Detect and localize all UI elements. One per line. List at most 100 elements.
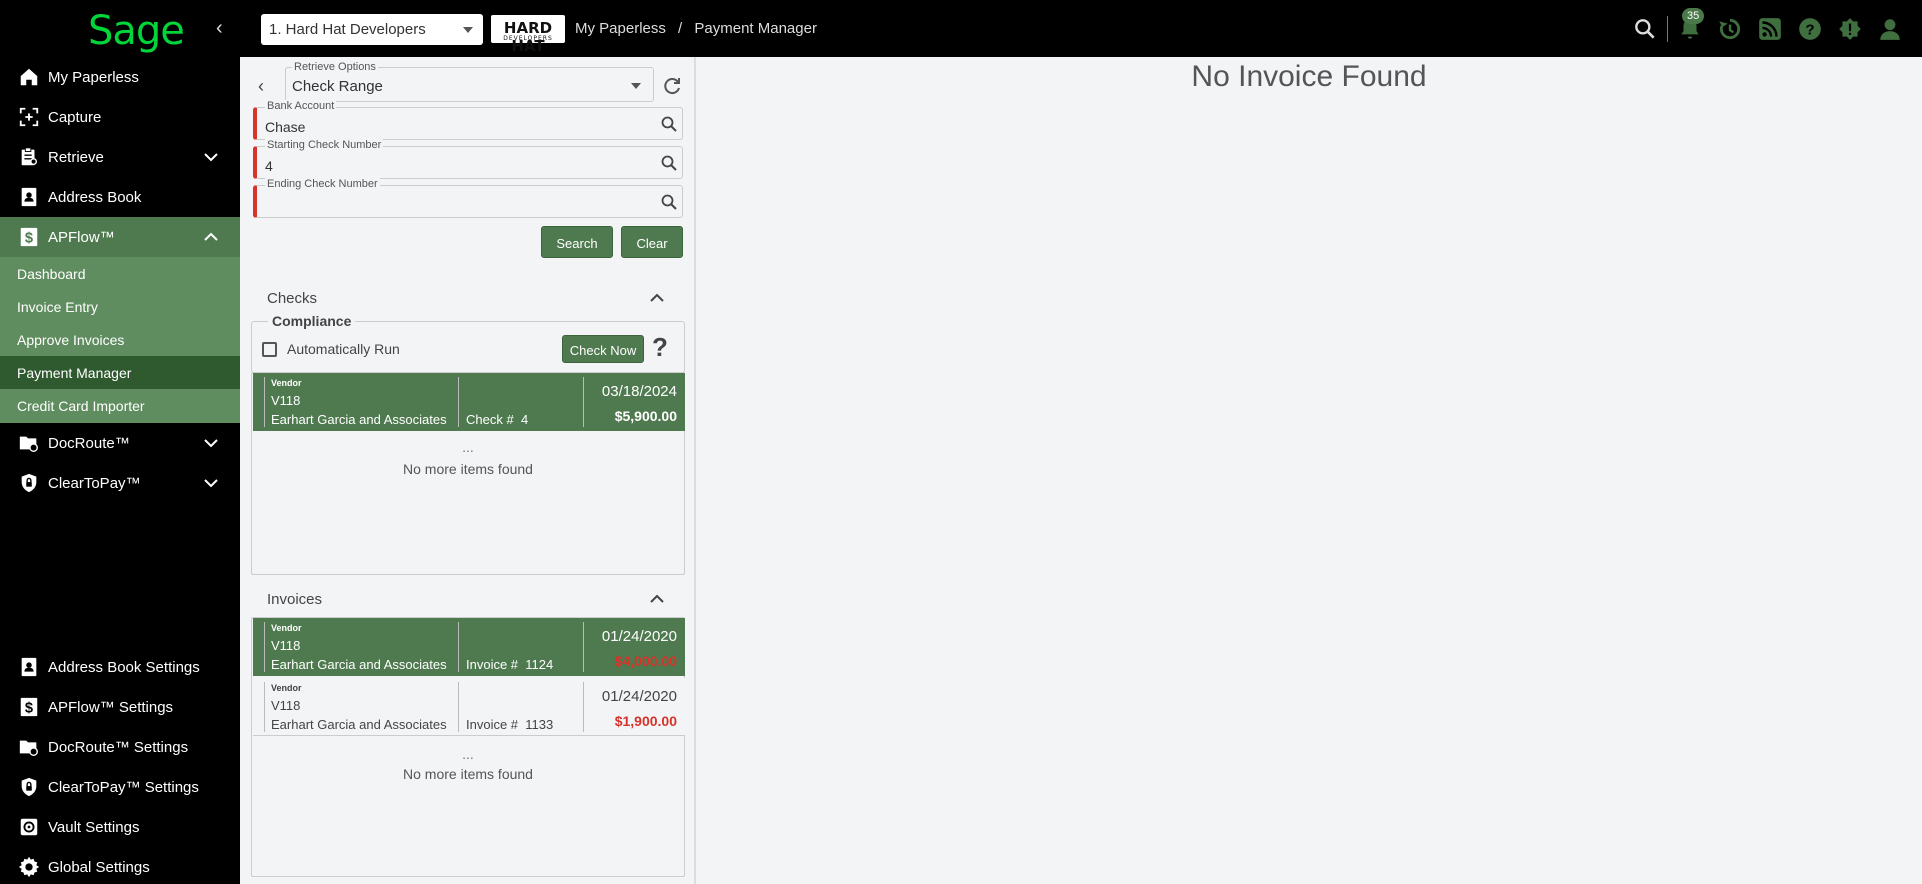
invoice-date: 01/24/2020 (601, 688, 677, 705)
help-icon[interactable]: ? (1790, 14, 1830, 44)
sidebar-item-apflow-settings[interactable]: $ APFlow™ Settings (0, 687, 240, 727)
panel-divider[interactable] (694, 57, 696, 884)
invoice-row[interactable]: Vendor V118 Earhart Garcia and Associate… (253, 618, 685, 676)
chevron-up-icon (204, 232, 218, 241)
top-icon-bar: 35 ? (1625, 8, 1910, 44)
sidebar-item-docroute-settings[interactable]: DocRoute™ Settings (0, 727, 240, 767)
row-divider (583, 622, 584, 672)
sidebar-item-cleartopay[interactable]: ClearToPay™ (0, 463, 240, 503)
history-icon[interactable] (1710, 14, 1750, 44)
dollar-icon: $ (16, 694, 42, 720)
sidebar-subitem-dashboard[interactable]: Dashboard (0, 257, 240, 290)
dollar-icon: $ (16, 224, 42, 250)
bell-icon[interactable]: 35 (1670, 8, 1710, 44)
invoices-section-title: Invoices (267, 591, 323, 608)
sidebar-item-apflow[interactable]: $ APFlow™ (0, 217, 240, 257)
vendor-code: V118 (271, 393, 301, 408)
sidebar-item-label: Address Book Settings (48, 658, 200, 676)
sidebar: My Paperless Capture Retrieve Address Bo… (0, 57, 240, 884)
invoice-amount: $1,900.00 (614, 713, 677, 729)
ending-check-number-field[interactable]: Ending Check Number (253, 178, 683, 218)
notification-count-badge: 35 (1682, 8, 1705, 24)
company-select[interactable]: 1. Hard Hat Developers (261, 14, 483, 45)
sidebar-subitem-payment-manager[interactable]: Payment Manager (0, 356, 240, 389)
no-more-items-text: No more items found (403, 461, 533, 477)
search-icon[interactable] (1625, 14, 1665, 44)
invoice-number-value: 1124 (525, 657, 554, 672)
invoice-number: Invoice # 1133 (466, 717, 553, 732)
sidebar-item-vault-settings[interactable]: Vault Settings (0, 807, 240, 847)
check-date: 03/18/2024 (601, 383, 677, 400)
user-avatar-icon[interactable] (1870, 14, 1910, 44)
sidebar-item-label: DocRoute™ Settings (48, 738, 189, 756)
vendor-name: Earhart Garcia and Associates (271, 412, 447, 427)
check-now-button[interactable]: Check Now (562, 335, 644, 363)
retrieve-options-select[interactable]: Retrieve Options Check Range (285, 61, 654, 102)
rss-feed-icon[interactable] (1750, 14, 1790, 44)
help-question-icon[interactable]: ? (652, 332, 668, 363)
checks-section-title: Checks (267, 290, 318, 307)
sidebar-item-address-book-settings[interactable]: Address Book Settings (0, 647, 240, 687)
svg-text:$: $ (25, 231, 33, 247)
sidebar-item-label: Global Settings (48, 858, 150, 876)
search-icon[interactable] (660, 193, 678, 211)
sidebar-subitem-invoice-entry[interactable]: Invoice Entry (0, 290, 240, 323)
chevron-up-icon[interactable] (647, 288, 667, 308)
sidebar-item-cleartopay-settings[interactable]: ClearToPay™ Settings (0, 767, 240, 807)
field-label: Ending Check Number (265, 178, 380, 190)
check-number: Check # 4 (466, 412, 528, 427)
sidebar-item-label: Address Book (48, 188, 142, 206)
sidebar-item-docroute[interactable]: DocRoute™ (0, 423, 240, 463)
refresh-icon[interactable] (662, 76, 682, 96)
sidebar-item-capture[interactable]: Capture (0, 97, 240, 137)
chevron-down-icon (204, 153, 218, 162)
checks-list: Vendor V118 Earhart Garcia and Associate… (251, 372, 685, 575)
sidebar-item-my-paperless[interactable]: My Paperless (0, 57, 240, 97)
sidebar-item-address-book[interactable]: Address Book (0, 177, 240, 217)
home-icon (16, 64, 42, 90)
sidebar-item-label: DocRoute™ (48, 434, 130, 452)
automatically-run-checkbox[interactable] (262, 342, 277, 357)
invoice-row[interactable]: Vendor V118 Earhart Garcia and Associate… (253, 678, 685, 736)
row-divider (583, 682, 584, 732)
search-button[interactable]: Search (541, 226, 613, 258)
invoice-number-value: 1133 (525, 717, 554, 732)
breadcrumb-payment-manager: Payment Manager (694, 20, 817, 37)
address-book-icon (16, 654, 42, 680)
vendor-name: Earhart Garcia and Associates (271, 657, 447, 672)
row-divider (264, 682, 265, 732)
bank-account-field[interactable]: Bank Account Chase (253, 100, 683, 140)
compliance-legend: Compliance (268, 313, 356, 329)
search-icon[interactable] (660, 154, 678, 172)
sidebar-item-label: Vault Settings (48, 818, 140, 836)
sidebar-item-global-settings[interactable]: Global Settings (0, 847, 240, 884)
sidebar-item-retrieve[interactable]: Retrieve (0, 137, 240, 177)
field-value: Chase (265, 119, 306, 135)
invoice-number-prefix: Invoice # (466, 657, 519, 672)
chevron-down-icon (631, 83, 641, 89)
check-amount: $5,900.00 (614, 408, 677, 424)
alert-icon[interactable] (1830, 14, 1870, 44)
search-icon[interactable] (660, 115, 678, 133)
breadcrumb-my-paperless[interactable]: My Paperless (575, 20, 666, 37)
clear-button[interactable]: Clear (621, 226, 683, 258)
check-row[interactable]: Vendor V118 Earhart Garcia and Associate… (253, 373, 685, 431)
sidebar-subitem-credit-card-importer[interactable]: Credit Card Importer (0, 389, 240, 422)
sidebar-item-label: Capture (48, 108, 102, 126)
vendor-label: Vendor (271, 623, 302, 633)
sidebar-item-label: APFlow™ (48, 228, 115, 246)
chevron-up-icon[interactable] (647, 589, 667, 609)
field-label: Retrieve Options (292, 61, 378, 73)
starting-check-number-field[interactable]: Starting Check Number 4 (253, 139, 683, 179)
apflow-submenu: Dashboard Invoice Entry Approve Invoices… (0, 257, 240, 423)
vendor-code: V118 (271, 698, 301, 713)
retrieve-icon (16, 144, 42, 170)
sidebar-subitem-approve-invoices[interactable]: Approve Invoices (0, 323, 240, 356)
back-chevron-icon[interactable]: ‹ (258, 76, 264, 97)
field-label: Starting Check Number (265, 139, 384, 151)
check-number-value: 4 (520, 412, 529, 427)
sidebar-item-label: Retrieve (48, 148, 104, 166)
collapse-sidebar-icon[interactable]: ‹ (216, 17, 223, 40)
invoice-amount: $4,000.00 (614, 653, 677, 669)
sage-logo[interactable]: Sage (88, 8, 185, 54)
